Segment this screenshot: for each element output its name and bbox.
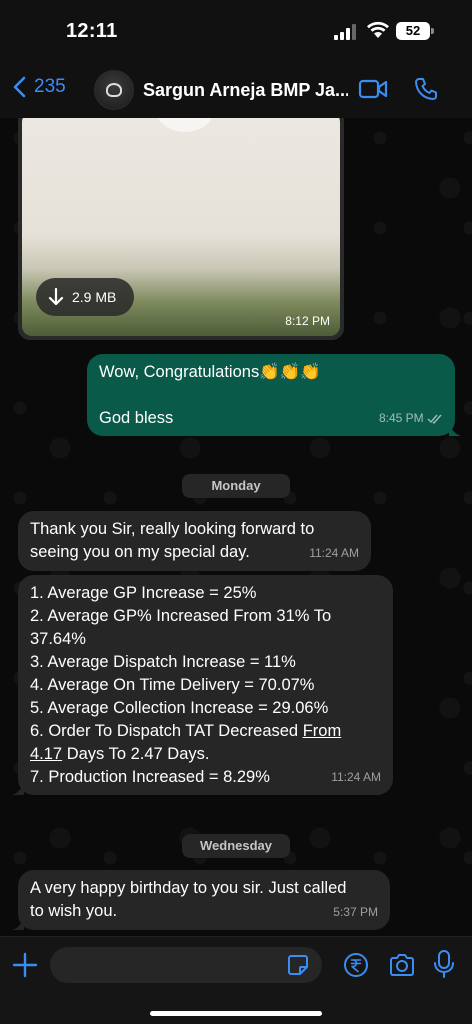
home-indicator	[150, 1011, 322, 1016]
message-text: A very happy birthday to you sir. Just c…	[30, 879, 347, 897]
message-time: 11:24 AM	[309, 546, 359, 560]
message-text: 2. Average GP% Increased From 31% To	[30, 607, 332, 625]
contact-avatar[interactable]	[94, 70, 134, 110]
message-time: 11:24 AM	[331, 770, 381, 784]
incoming-message[interactable]: 1. Average GP Increase = 25% 2. Average …	[12, 575, 393, 795]
message-text: 4.17 Days To 2.47 Days.	[30, 745, 210, 763]
detected-link[interactable]: 4.17	[30, 745, 62, 763]
chevron-left-icon	[13, 76, 26, 98]
message-text: 4. Average On Time Delivery = 70.07%	[30, 676, 315, 694]
bubble-tail	[449, 422, 461, 436]
message-text: 1. Average GP Increase = 25%	[30, 584, 257, 602]
bubble-tail	[12, 781, 24, 795]
logo-icon	[106, 83, 122, 97]
video-call-icon[interactable]	[358, 78, 388, 100]
read-receipt-icon	[427, 414, 442, 424]
detected-link[interactable]: From	[303, 722, 342, 740]
message-time: 8:45 PM	[378, 411, 424, 425]
status-time: 12:11	[66, 20, 118, 42]
cellular-signal-icon	[334, 24, 356, 40]
sticker-icon[interactable]	[287, 954, 309, 976]
unread-count: 235	[34, 76, 66, 97]
back-button[interactable]: 235	[12, 76, 66, 98]
message-text: 3. Average Dispatch Increase = 11%	[30, 653, 296, 671]
message-text: 5. Average Collection Increase = 29.06%	[30, 699, 329, 717]
message-text: Wow, Congratulations👏👏👏	[99, 363, 321, 381]
message-text: 7. Production Increased = 8.29%	[30, 768, 270, 786]
bubble-tail	[12, 916, 24, 930]
chat-title[interactable]: Sargun Arneja BMP Ja...	[143, 80, 348, 101]
outgoing-message[interactable]: Wow, Congratulations👏👏👏 God bless 8:45 P…	[87, 354, 461, 436]
file-size: 2.9 MB	[72, 289, 117, 305]
wifi-icon	[367, 21, 389, 38]
status-bar: 12:11 52	[0, 0, 472, 62]
message-text: Thank you Sir, really looking forward to	[30, 520, 315, 538]
message-time: 5:37 PM	[333, 905, 378, 919]
incoming-message[interactable]: Thank you Sir, really looking forward to…	[18, 511, 371, 571]
message-composer	[0, 936, 472, 1024]
message-meta: 8:45 PM	[379, 407, 443, 430]
download-arrow-icon	[48, 288, 64, 306]
message-text: 37.64%	[30, 630, 86, 648]
video-message[interactable]: 2.9 MB 8:12 PM	[18, 118, 344, 340]
message-time: 8:12 PM	[285, 314, 330, 328]
incoming-message[interactable]: A very happy birthday to you sir. Just c…	[12, 870, 390, 930]
chat-header: 235 Sargun Arneja BMP Ja...	[0, 62, 472, 118]
video-thumbnail[interactable]: 2.9 MB 8:12 PM	[22, 118, 340, 336]
phone-call-icon[interactable]	[413, 76, 439, 102]
play-icon[interactable]	[157, 118, 213, 132]
message-text: 6. Order To Dispatch TAT Decreased From	[30, 722, 342, 740]
camera-icon[interactable]	[388, 952, 416, 978]
date-separator: Monday	[182, 474, 290, 498]
rupee-payment-icon[interactable]	[343, 952, 369, 978]
plus-icon[interactable]	[12, 952, 38, 978]
microphone-icon[interactable]	[433, 949, 455, 979]
message-input[interactable]	[50, 947, 322, 983]
battery-indicator: 52	[396, 22, 434, 40]
date-separator: Wednesday	[182, 834, 290, 858]
message-text: to wish you.	[30, 902, 118, 920]
chat-area[interactable]: 2.9 MB 8:12 PM Wow, Congratulations👏👏👏 G…	[0, 118, 472, 936]
download-button[interactable]: 2.9 MB	[36, 278, 134, 316]
